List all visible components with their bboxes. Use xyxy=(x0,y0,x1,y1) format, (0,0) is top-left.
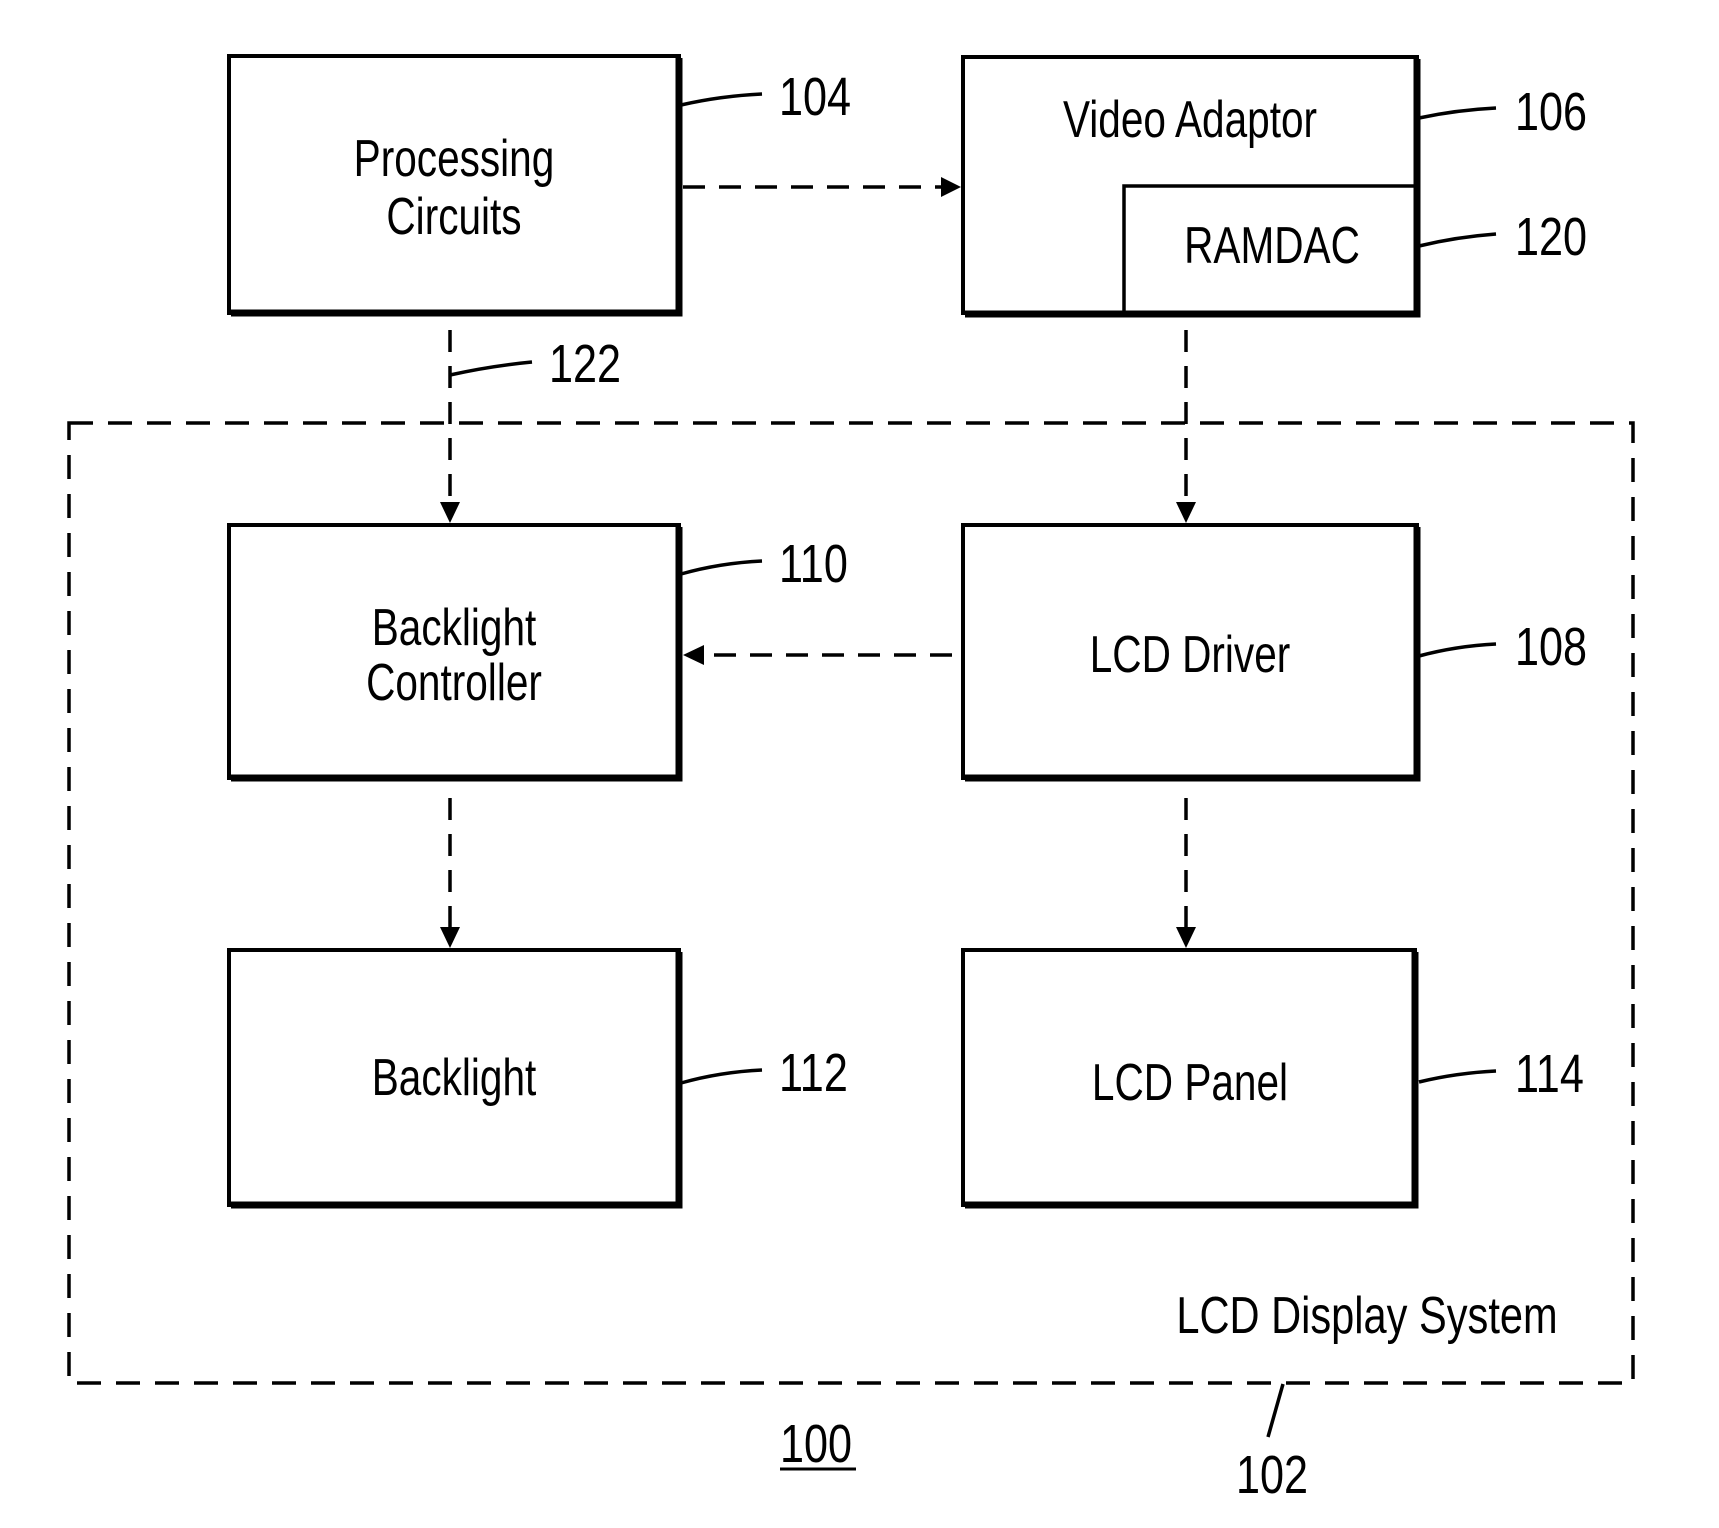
arrowhead-down xyxy=(440,502,460,523)
figure-ref-100: 100 xyxy=(780,1415,852,1475)
ref-120-leader xyxy=(1418,232,1497,248)
backlight-block: Backlight xyxy=(227,948,683,1209)
lcd-driver-label: LCD Driver xyxy=(1090,625,1291,683)
processing-circuits-label-line2: Circuits xyxy=(386,187,521,245)
lcd-panel-block: LCD Panel xyxy=(961,948,1419,1209)
lcd-panel-label: LCD Panel xyxy=(1092,1053,1288,1111)
processing-circuits-block: Processing Circuits xyxy=(227,54,683,317)
ref-106: 106 xyxy=(1515,83,1587,143)
ref-122: 122 xyxy=(549,335,621,395)
backlight-controller-label-line1: Backlight xyxy=(372,598,537,656)
processing-circuits-label-line1: Processing xyxy=(354,129,555,187)
ref-114: 114 xyxy=(1515,1045,1584,1105)
lcd-driver-block: LCD Driver xyxy=(961,523,1421,782)
ref-102: 102 xyxy=(1236,1446,1308,1506)
ref-104: 104 xyxy=(779,68,851,128)
ref-102-leader xyxy=(1266,1383,1285,1438)
ref-122-leader xyxy=(449,360,533,377)
ref-108-leader xyxy=(1418,642,1497,658)
backlight-controller-block: Backlight Controller xyxy=(227,523,683,782)
backlight-label: Backlight xyxy=(372,1048,537,1106)
backlight-controller-label-line2: Controller xyxy=(366,653,542,711)
block-diagram: Processing Circuits 104 Video Adaptor RA… xyxy=(67,54,1635,1506)
ref-106-leader xyxy=(1418,106,1497,120)
arrowhead-left xyxy=(683,645,704,665)
ref-112-leader xyxy=(680,1068,763,1085)
arrowhead-down xyxy=(440,927,460,948)
ref-110: 110 xyxy=(779,535,848,595)
ref-114-leader xyxy=(1418,1069,1497,1084)
arrowhead-right xyxy=(941,177,961,197)
lcd-display-system-label: LCD Display System xyxy=(1176,1286,1557,1345)
arrowhead-down xyxy=(1176,502,1196,523)
ref-120: 120 xyxy=(1515,208,1587,268)
ref-110-leader xyxy=(680,559,763,576)
ref-104-leader xyxy=(680,92,763,107)
ramdac-label: RAMDAC xyxy=(1184,216,1360,274)
arrowhead-down xyxy=(1176,927,1196,948)
video-adaptor-label: Video Adaptor xyxy=(1063,90,1317,148)
ref-108: 108 xyxy=(1515,618,1587,678)
ref-112: 112 xyxy=(779,1044,848,1104)
